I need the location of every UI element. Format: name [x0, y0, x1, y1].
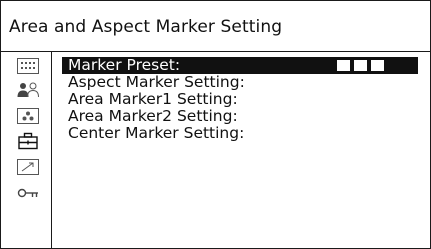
people-icon[interactable]	[16, 81, 40, 99]
grid-icon[interactable]	[16, 57, 40, 75]
menu-item-area-marker2[interactable]: Area Marker2 Setting:	[62, 108, 418, 125]
preset-block	[354, 60, 367, 71]
settings-window: Area and Aspect Marker Setting Marker Pr…	[0, 0, 431, 249]
key-icon[interactable]	[16, 184, 40, 202]
preset-block	[371, 60, 384, 71]
preset-block	[337, 60, 350, 71]
toolbox-icon[interactable]	[16, 132, 40, 150]
menu-item-marker-preset[interactable]: Marker Preset:	[62, 57, 418, 74]
menu-item-area-marker1[interactable]: Area Marker1 Setting:	[62, 91, 418, 108]
header-divider	[1, 51, 430, 52]
menu-item-label: Marker Preset:	[68, 56, 181, 74]
camera-icon[interactable]	[16, 107, 40, 125]
menu-item-label: Area Marker1 Setting:	[68, 90, 238, 108]
menu-item-aspect-marker[interactable]: Aspect Marker Setting:	[62, 74, 418, 91]
trend-arrow-icon[interactable]	[16, 158, 40, 176]
page-title: Area and Aspect Marker Setting	[9, 17, 283, 37]
menu-item-label: Center Marker Setting:	[68, 124, 245, 142]
marker-preset-value	[337, 60, 384, 71]
sidebar-divider	[51, 51, 52, 248]
menu-item-center-marker[interactable]: Center Marker Setting:	[62, 125, 418, 142]
marker-settings-menu: Marker Preset: Aspect Marker Setting: Ar…	[62, 57, 418, 142]
menu-item-label: Area Marker2 Setting:	[68, 107, 238, 125]
menu-item-label: Aspect Marker Setting:	[68, 73, 245, 91]
